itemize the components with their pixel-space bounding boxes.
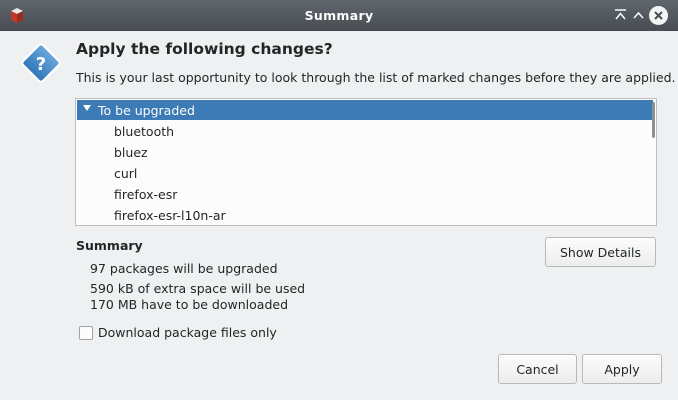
question-icon: ? [21, 43, 61, 83]
summary-title: Summary [76, 238, 143, 253]
window-title: Summary [304, 8, 374, 23]
extra-space: 590 kB of extra space will be used [90, 281, 306, 296]
list-item[interactable]: firefox-esr [114, 187, 177, 202]
download-only-checkbox[interactable] [79, 326, 93, 340]
group-label: To be upgraded [98, 103, 195, 118]
expand-arrow-icon[interactable] [83, 105, 91, 111]
list-item[interactable]: curl [114, 166, 137, 181]
changes-list[interactable]: To be upgraded bluetooth bluez curl fire… [75, 98, 657, 226]
list-item[interactable]: firefox-esr-l10n-ar [114, 208, 226, 223]
show-details-button[interactable]: Show Details [545, 237, 656, 267]
list-scrollbar[interactable] [652, 102, 655, 138]
close-icon[interactable] [649, 6, 668, 25]
svg-text:?: ? [36, 54, 46, 75]
group-row-to-be-upgraded[interactable]: To be upgraded [77, 100, 653, 120]
keep-above-icon[interactable] [611, 6, 630, 25]
list-item[interactable]: bluetooth [114, 124, 174, 139]
upgrade-count: 97 packages will be upgraded [90, 261, 278, 276]
download-only-label[interactable]: Download package files only [98, 325, 277, 340]
list-item[interactable]: bluez [114, 145, 148, 160]
dialog-description: This is your last opportunity to look th… [76, 70, 676, 85]
dialog-heading: Apply the following changes? [76, 40, 333, 58]
maximize-icon[interactable] [629, 6, 648, 25]
cancel-button[interactable]: Cancel [498, 354, 577, 384]
title-bar: Summary [0, 0, 678, 31]
download-size: 170 MB have to be downloaded [90, 297, 288, 312]
apply-button[interactable]: Apply [582, 354, 662, 384]
